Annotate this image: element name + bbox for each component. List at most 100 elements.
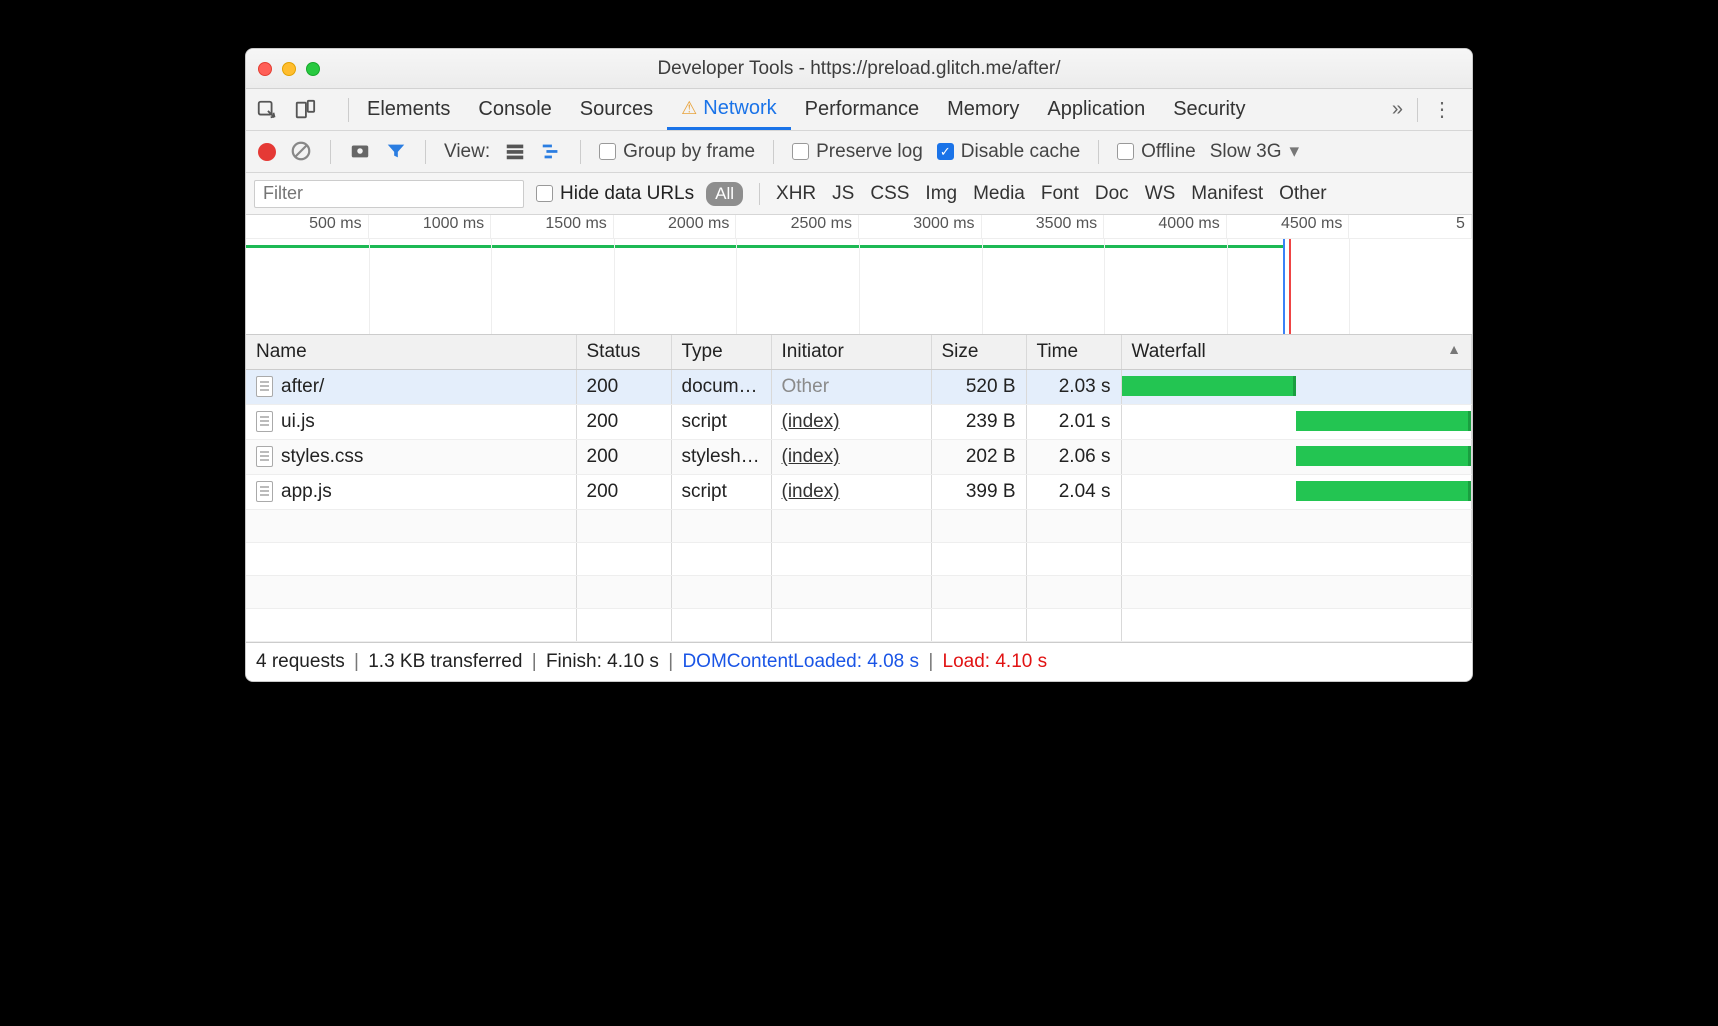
tab-performance[interactable]: Performance: [791, 89, 934, 130]
filter-type-all[interactable]: All: [706, 182, 743, 206]
tab-security[interactable]: Security: [1159, 89, 1259, 130]
domcontentloaded-marker: [1283, 239, 1285, 334]
preserve-log-label: Preserve log: [816, 141, 923, 163]
device-toolbar-icon[interactable]: [294, 98, 316, 122]
request-initiator[interactable]: (index): [782, 481, 840, 502]
tab-label: Application: [1047, 98, 1145, 121]
group-by-frame-label: Group by frame: [623, 141, 755, 163]
empty-row: [246, 609, 1472, 642]
column-header-name[interactable]: Name: [246, 335, 576, 370]
timeline-tick: 1500 ms: [491, 215, 614, 238]
chevron-down-icon: ▾: [1290, 140, 1300, 163]
request-time: 2.06 s: [1026, 440, 1121, 475]
filter-type-manifest[interactable]: Manifest: [1191, 183, 1263, 205]
filter-type-media[interactable]: Media: [973, 183, 1025, 205]
file-icon: [256, 481, 273, 502]
tab-label: Security: [1173, 98, 1245, 121]
waterfall-bar: [1296, 481, 1471, 501]
filter-type-font[interactable]: Font: [1041, 183, 1079, 205]
preserve-log-checkbox[interactable]: Preserve log: [792, 141, 923, 163]
request-time: 2.03 s: [1026, 370, 1121, 405]
capture-screenshots-icon[interactable]: [349, 140, 371, 162]
filter-type-css[interactable]: CSS: [870, 183, 909, 205]
request-initiator[interactable]: (index): [782, 446, 840, 467]
timeline-tick: 4500 ms: [1227, 215, 1350, 238]
timeline-tick: 1000 ms: [369, 215, 492, 238]
group-by-frame-checkbox[interactable]: Group by frame: [599, 141, 755, 163]
column-header-waterfall[interactable]: Waterfall: [1121, 335, 1472, 370]
tab-sources[interactable]: Sources: [566, 89, 667, 130]
filter-input[interactable]: [254, 180, 524, 208]
column-header-type[interactable]: Type: [671, 335, 771, 370]
timeline-tick: 2500 ms: [736, 215, 859, 238]
clear-button[interactable]: [290, 140, 312, 162]
filter-type-img[interactable]: Img: [925, 183, 957, 205]
request-size: 520 B: [931, 370, 1026, 405]
summary-transferred: 1.3 KB transferred: [368, 651, 522, 672]
filter-bar: Hide data URLs All XHR JS CSS Img Media Font D…: [246, 173, 1472, 215]
request-status: 200: [576, 370, 671, 405]
throttle-value: Slow 3G: [1210, 141, 1282, 163]
request-time: 2.04 s: [1026, 475, 1121, 510]
file-icon: [256, 446, 273, 467]
filter-type-other[interactable]: Other: [1279, 183, 1327, 205]
column-header-time[interactable]: Time: [1026, 335, 1121, 370]
table-row[interactable]: after/200docum…Other520 B2.03 s: [246, 370, 1472, 405]
tab-label: Elements: [367, 98, 450, 121]
devtools-menu-icon[interactable]: ⋮: [1422, 97, 1462, 122]
table-row[interactable]: styles.css200stylesh…(index)202 B2.06 s: [246, 440, 1472, 475]
filter-type-doc[interactable]: Doc: [1095, 183, 1129, 205]
table-row[interactable]: app.js200script(index)399 B2.04 s: [246, 475, 1472, 510]
tab-application[interactable]: Application: [1033, 89, 1159, 130]
divider: [759, 183, 760, 205]
timeline-tick: 5: [1349, 215, 1472, 238]
inspect-element-icon[interactable]: [256, 98, 278, 122]
column-header-initiator[interactable]: Initiator: [771, 335, 931, 370]
waterfall-bar: [1122, 376, 1297, 396]
tab-elements[interactable]: Elements: [353, 89, 464, 130]
tab-label: Sources: [580, 98, 653, 121]
warning-icon: ⚠: [681, 98, 697, 119]
filter-type-js[interactable]: JS: [832, 183, 854, 205]
titlebar: Developer Tools - https://preload.glitch…: [246, 49, 1472, 89]
table-header-row: Name Status Type Initiator Size Time Wat…: [246, 335, 1472, 370]
request-time: 2.01 s: [1026, 405, 1121, 440]
hide-data-urls-checkbox[interactable]: Hide data URLs: [536, 183, 694, 205]
filter-toggle-icon[interactable]: [385, 140, 407, 162]
table-row[interactable]: ui.js200script(index)239 B2.01 s: [246, 405, 1472, 440]
offline-checkbox[interactable]: Offline: [1117, 141, 1196, 163]
request-initiator[interactable]: (index): [782, 411, 840, 432]
waterfall-bar: [1296, 411, 1471, 431]
timeline-overview[interactable]: 500 ms1000 ms1500 ms2000 ms2500 ms3000 m…: [246, 215, 1472, 335]
overview-activity-bar: [246, 245, 1284, 248]
timeline-tick: 3500 ms: [982, 215, 1105, 238]
waterfall-cell: [1121, 475, 1472, 510]
large-rows-icon[interactable]: [504, 140, 526, 162]
devtools-window: Developer Tools - https://preload.glitch…: [245, 48, 1473, 682]
column-header-status[interactable]: Status: [576, 335, 671, 370]
divider: [1417, 98, 1418, 122]
empty-row: [246, 576, 1472, 609]
request-name: ui.js: [281, 411, 315, 432]
request-size: 202 B: [931, 440, 1026, 475]
view-label: View:: [444, 141, 490, 163]
column-header-size[interactable]: Size: [931, 335, 1026, 370]
record-button[interactable]: [258, 143, 276, 161]
divider: [330, 140, 331, 164]
waterfall-view-icon[interactable]: [540, 140, 562, 162]
filter-type-ws[interactable]: WS: [1145, 183, 1176, 205]
more-tabs-icon[interactable]: »: [1382, 98, 1413, 121]
filter-type-xhr[interactable]: XHR: [776, 183, 816, 205]
tab-label: Performance: [805, 98, 920, 121]
disable-cache-checkbox[interactable]: ✓ Disable cache: [937, 141, 1080, 163]
empty-row: [246, 510, 1472, 543]
tab-console[interactable]: Console: [464, 89, 565, 130]
tab-network[interactable]: ⚠Network: [667, 89, 791, 130]
request-status: 200: [576, 440, 671, 475]
summary-requests: 4 requests: [256, 651, 345, 672]
throttle-select[interactable]: Slow 3G ▾: [1210, 140, 1299, 163]
hide-data-urls-label: Hide data URLs: [560, 183, 694, 205]
timeline-tick: 500 ms: [246, 215, 369, 238]
divider: [773, 140, 774, 164]
tab-memory[interactable]: Memory: [933, 89, 1033, 130]
